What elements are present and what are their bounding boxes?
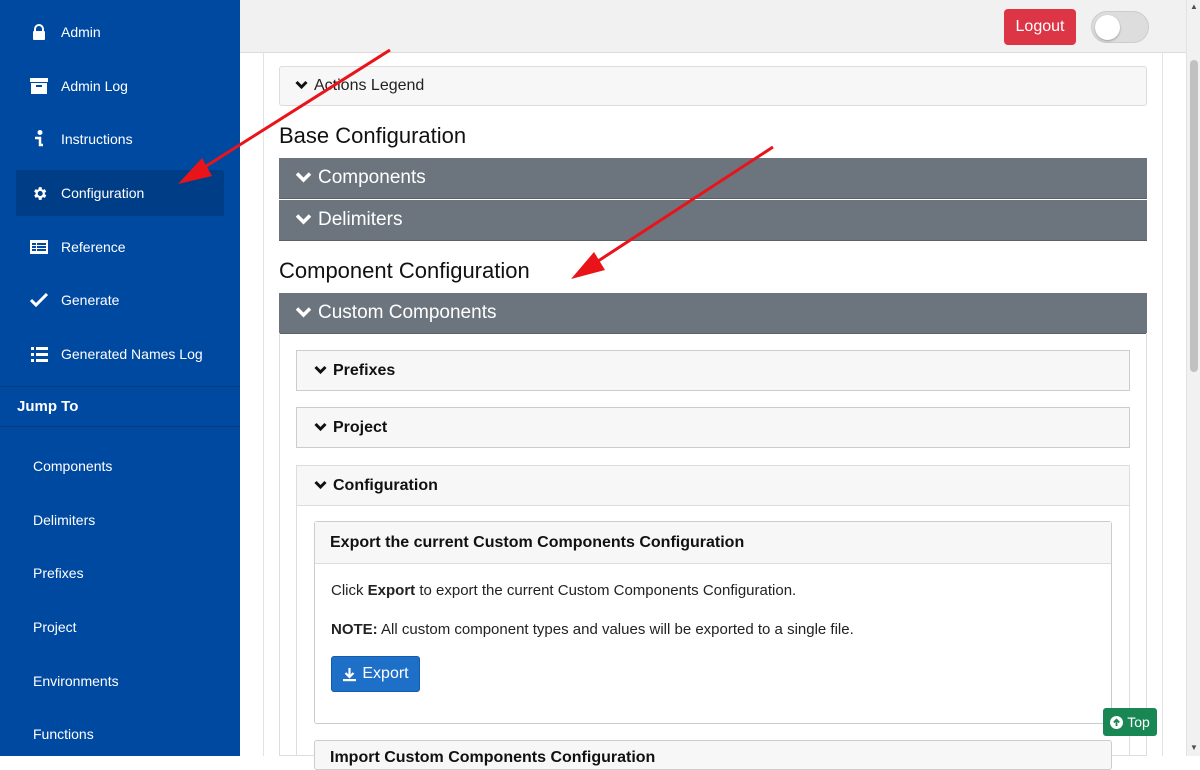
jump-to-project[interactable]: Project	[33, 619, 77, 635]
components-section-toggle[interactable]: Components	[279, 158, 1147, 199]
chevron-down-icon	[314, 362, 327, 380]
project-toggle[interactable]: Project	[296, 407, 1130, 448]
export-button[interactable]: Export	[331, 656, 420, 692]
top-label: Top	[1127, 714, 1150, 730]
lock-icon	[30, 23, 48, 41]
sidebar-item-label: Instructions	[61, 131, 133, 147]
sidebar-item-label: Generated Names Log	[61, 346, 203, 362]
prefixes-toggle[interactable]: Prefixes	[296, 350, 1130, 391]
export-note: NOTE: All custom component types and val…	[331, 621, 854, 638]
sidebar-item-generated-names-log[interactable]: Generated Names Log	[16, 331, 224, 377]
top-bar: Logout	[240, 0, 1186, 53]
arrow-up-circle-icon	[1110, 715, 1124, 729]
archive-icon	[30, 77, 48, 95]
export-card-title: Export the current Custom Components Con…	[315, 522, 1111, 564]
list-icon	[30, 345, 48, 363]
export-text-bold: Export	[367, 582, 416, 599]
scroll-thumb[interactable]	[1190, 60, 1198, 372]
prefixes-label: Prefixes	[333, 361, 396, 379]
export-card: Export the current Custom Components Con…	[314, 521, 1112, 724]
project-label: Project	[333, 418, 388, 436]
table-icon	[30, 238, 48, 256]
note-text: All custom component types and values wi…	[377, 621, 854, 638]
export-instructions: Click Export to export the current Custo…	[331, 582, 796, 599]
custom-components-label: Custom Components	[318, 302, 497, 323]
gear-icon	[30, 184, 48, 202]
sidebar-item-admin-log[interactable]: Admin Log	[16, 63, 224, 109]
component-configuration-title: Component Configuration	[279, 258, 530, 283]
logout-button[interactable]: Logout	[1004, 9, 1076, 45]
jump-to-delimiters[interactable]: Delimiters	[33, 512, 95, 528]
jump-to-environments[interactable]: Environments	[33, 673, 119, 689]
sidebar-item-generate[interactable]: Generate	[16, 277, 224, 323]
sidebar-item-label: Admin Log	[61, 78, 128, 94]
sidebar-item-configuration[interactable]: Configuration	[16, 170, 224, 216]
export-text-post: to export the current Custom Components …	[415, 582, 797, 599]
sidebar-item-instructions[interactable]: Instructions	[16, 116, 224, 162]
actions-legend-toggle[interactable]: Actions Legend	[279, 66, 1147, 106]
chevron-down-icon	[295, 209, 312, 231]
back-to-top-button[interactable]: Top	[1103, 708, 1157, 736]
jump-to-components[interactable]: Components	[33, 458, 112, 474]
actions-legend-label: Actions Legend	[314, 77, 425, 94]
delimiters-label: Delimiters	[318, 209, 403, 230]
chevron-down-icon	[314, 419, 327, 437]
jump-to-functions[interactable]: Functions	[33, 726, 94, 742]
export-button-label: Export	[362, 665, 409, 682]
download-icon	[342, 667, 357, 682]
import-card: Import Custom Components Configuration	[314, 740, 1112, 770]
sidebar-item-admin[interactable]: Admin	[16, 9, 224, 55]
components-label: Components	[318, 167, 426, 188]
chevron-down-icon	[295, 167, 312, 189]
sidebar-item-label: Configuration	[61, 185, 145, 201]
info-icon	[30, 130, 48, 148]
configuration-label: Configuration	[333, 476, 438, 494]
chevron-down-icon	[314, 477, 327, 495]
sidebar-item-label: Generate	[61, 292, 120, 308]
delimiters-section-toggle[interactable]: Delimiters	[279, 200, 1147, 241]
base-configuration-title: Base Configuration	[279, 123, 467, 148]
jump-to-prefixes[interactable]: Prefixes	[33, 565, 84, 581]
import-card-title: Import Custom Components Configuration	[330, 749, 656, 766]
check-icon	[30, 291, 48, 309]
export-text-pre: Click	[331, 582, 368, 599]
scroll-down-icon[interactable]: ▼	[1190, 744, 1198, 752]
vertical-scrollbar[interactable]: ▲ ▼	[1186, 0, 1200, 756]
theme-toggle[interactable]	[1091, 11, 1149, 43]
custom-components-toggle[interactable]: Custom Components	[279, 293, 1147, 334]
sidebar-item-reference[interactable]: Reference	[16, 224, 224, 270]
toggle-knob	[1095, 15, 1120, 40]
note-label: NOTE:	[331, 621, 378, 638]
sidebar-item-label: Admin	[61, 24, 101, 40]
scroll-up-icon[interactable]: ▲	[1190, 3, 1198, 11]
sidebar: Admin Admin Log Instructions Configurati…	[0, 0, 240, 756]
chevron-down-icon	[295, 77, 308, 95]
chevron-down-icon	[295, 302, 312, 324]
configuration-toggle[interactable]: Configuration	[297, 466, 1129, 506]
jump-to-header: Jump To	[0, 386, 240, 427]
sidebar-item-label: Reference	[61, 239, 126, 255]
